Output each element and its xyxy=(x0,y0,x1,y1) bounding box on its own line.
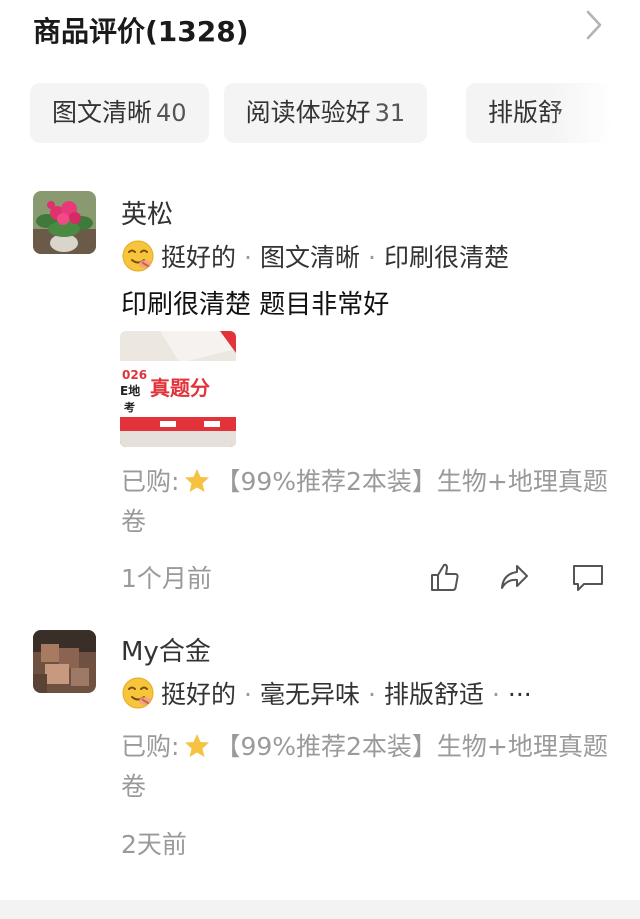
tag-filter-bar: 图文清晰 40 阅读体验好 31 排版舒 xyxy=(30,83,640,143)
purchased-prefix: 已购: xyxy=(121,732,180,761)
tag-count: 40 xyxy=(156,99,187,127)
tag-label: 阅读体验好 xyxy=(245,98,371,127)
separator: · xyxy=(244,680,252,709)
avatar[interactable] xyxy=(33,191,96,254)
page-title: 商品评价(1328) xyxy=(33,15,249,48)
comment-icon[interactable] xyxy=(571,560,605,594)
username[interactable]: 英松 xyxy=(121,194,173,231)
star-icon xyxy=(185,734,210,757)
thumbs-up-icon[interactable] xyxy=(428,560,462,594)
purchased-info[interactable]: 已购: 【99%推荐2本装】生物+地理真题卷 xyxy=(121,727,611,807)
avatar[interactable] xyxy=(33,630,96,693)
reviews-header[interactable]: 商品评价(1328) xyxy=(0,0,640,60)
summary-tag: 排版舒适 xyxy=(383,680,484,709)
review-summary: 挺好的 · 毫无异味 · 排版舒适 · ··· xyxy=(121,675,532,711)
tag-label: 图文清晰 xyxy=(52,98,153,127)
review-time: 1个月前 xyxy=(121,564,212,593)
book-photo-image: 026 E地 考 真题分 xyxy=(120,331,236,447)
separator: · xyxy=(367,680,376,709)
purchased-prefix: 已购: xyxy=(121,467,180,496)
separator: · xyxy=(244,243,252,272)
summary-tag: 毫无异味 xyxy=(259,680,360,709)
summary-tag: 挺好的 xyxy=(161,243,237,272)
fade-overlay xyxy=(550,83,640,143)
smile-emoji-icon xyxy=(122,677,154,709)
photo-text-region: E地 xyxy=(120,383,140,398)
summary-tag: 图文清晰 xyxy=(259,243,360,272)
username[interactable]: My合金 xyxy=(121,631,211,668)
review-text: 印刷很清楚 题目非常好 xyxy=(121,290,390,320)
photo-text-banner: 真题分 xyxy=(150,376,210,400)
separator: · xyxy=(491,680,500,709)
photo-text-exam: 考 xyxy=(124,400,135,414)
review-actions xyxy=(428,560,608,596)
summary-tag: 印刷很清楚 xyxy=(383,243,509,272)
tag-count: 31 xyxy=(374,99,406,127)
blurred-avatar-icon xyxy=(33,630,96,693)
separator: · xyxy=(367,243,376,272)
bottom-divider xyxy=(0,900,640,919)
review-summary: 挺好的 · 图文清晰 · 印刷很清楚 xyxy=(121,238,509,274)
share-icon[interactable] xyxy=(498,560,532,594)
photo-text-year: 026 xyxy=(122,368,147,382)
review-time: 2天前 xyxy=(121,830,187,859)
review-photo[interactable]: 026 E地 考 真题分 xyxy=(120,331,236,447)
chevron-right-icon[interactable] xyxy=(580,8,610,42)
purchased-info[interactable]: 已购: 【99%推荐2本装】生物+地理真题卷 xyxy=(121,462,611,542)
tag-chip[interactable]: 图文清晰 40 xyxy=(30,83,209,143)
flower-avatar-icon xyxy=(33,191,96,254)
summary-tag: 挺好的 xyxy=(161,680,237,709)
summary-more[interactable]: ··· xyxy=(508,680,532,709)
tag-chip[interactable]: 阅读体验好 31 xyxy=(223,83,428,143)
smile-emoji-icon xyxy=(122,240,154,272)
star-icon xyxy=(185,469,210,492)
